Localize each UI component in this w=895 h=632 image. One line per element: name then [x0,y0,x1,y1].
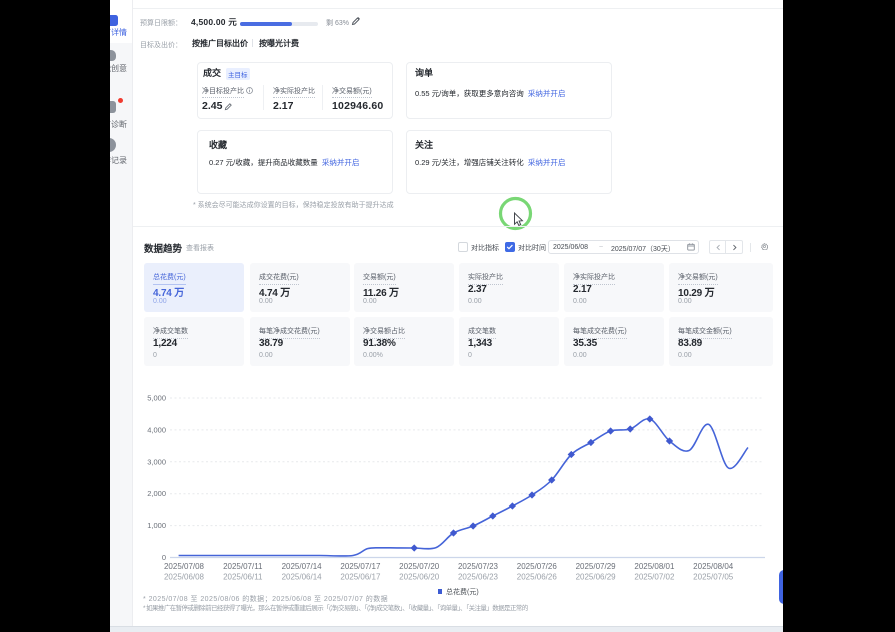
svg-text:2025/06/20: 2025/06/20 [399,573,440,582]
svg-text:2025/06/11: 2025/06/11 [223,573,263,582]
svg-text:2025/06/14: 2025/06/14 [282,573,323,582]
svg-text:2025/07/23: 2025/07/23 [458,562,499,571]
svg-text:3,000: 3,000 [147,457,166,466]
svg-text:2025/07/20: 2025/07/20 [399,562,440,571]
svg-text:2025/08/04: 2025/08/04 [693,562,734,571]
svg-text:2025/07/05: 2025/07/05 [693,573,734,582]
svg-text:2025/07/08: 2025/07/08 [164,562,205,571]
svg-text:1,000: 1,000 [147,521,166,530]
svg-text:2025/07/02: 2025/07/02 [634,573,675,582]
svg-text:5,000: 5,000 [147,394,166,403]
svg-text:4,000: 4,000 [147,425,166,434]
svg-text:2025/07/26: 2025/07/26 [517,562,558,571]
svg-text:2,000: 2,000 [147,489,166,498]
svg-text:2025/06/23: 2025/06/23 [458,573,499,582]
svg-text:2025/06/08: 2025/06/08 [164,573,205,582]
svg-text:2025/06/26: 2025/06/26 [517,573,558,582]
svg-text:2025/07/29: 2025/07/29 [576,562,617,571]
svg-text:2025/06/17: 2025/06/17 [340,573,381,582]
svg-text:2025/06/29: 2025/06/29 [576,573,617,582]
svg-text:2025/08/01: 2025/08/01 [634,562,675,571]
svg-text:2025/07/11: 2025/07/11 [223,562,263,571]
svg-text:2025/07/14: 2025/07/14 [282,562,323,571]
svg-text:0: 0 [162,553,166,562]
svg-text:2025/07/17: 2025/07/17 [340,562,381,571]
